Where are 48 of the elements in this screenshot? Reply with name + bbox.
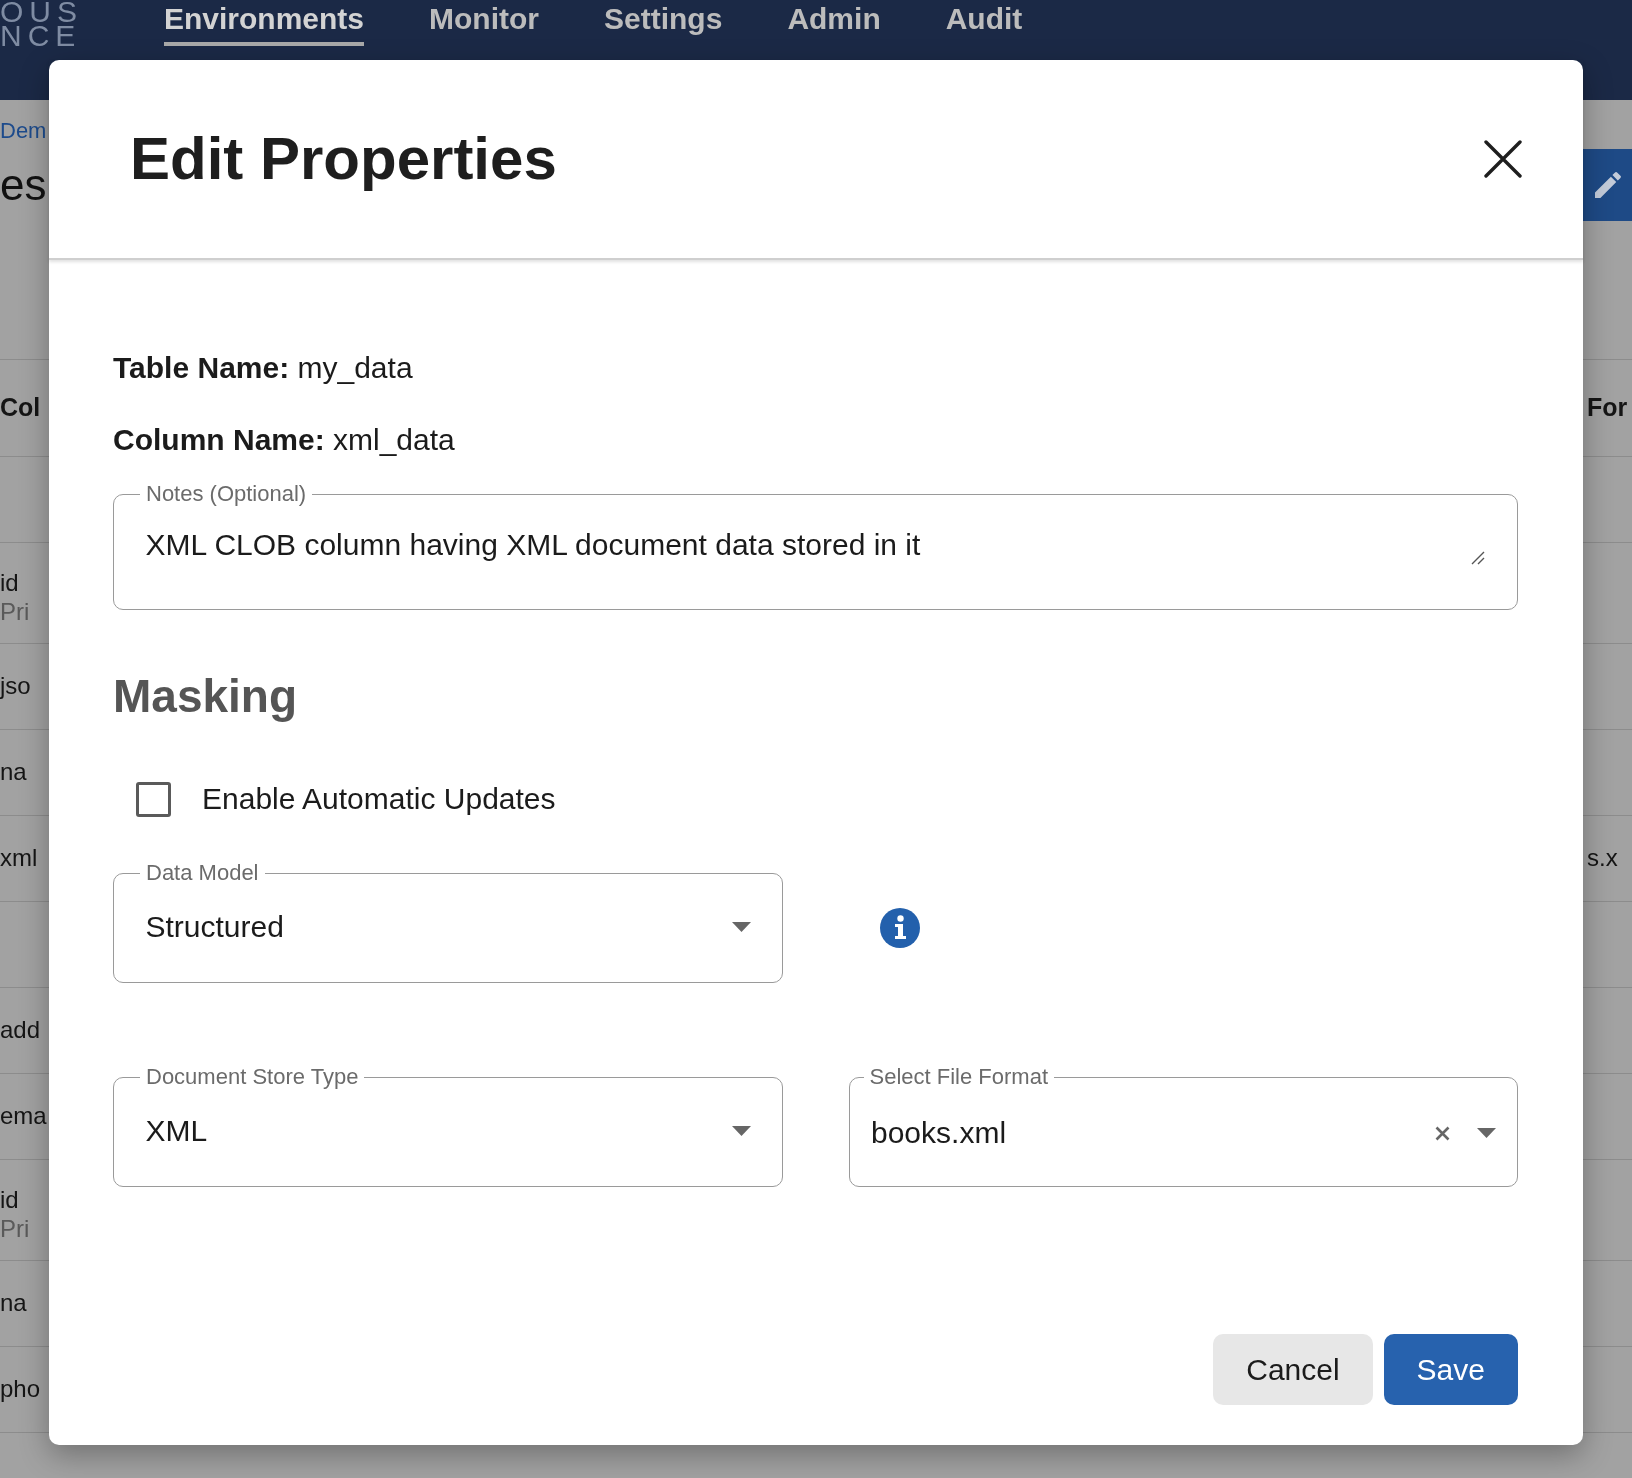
cell-text: na <box>0 758 27 785</box>
cell-text: id <box>0 1186 19 1213</box>
cell-text: xml <box>0 844 38 871</box>
clear-icon[interactable] <box>1434 1125 1450 1141</box>
cell-text: id <box>0 569 19 596</box>
detail-text: Table Name: my_data <box>113 350 413 386</box>
checkbox[interactable] <box>136 781 171 817</box>
field-label: Select File Format <box>868 1066 1049 1088</box>
nav-tab[interactable]: Settings <box>604 1 723 46</box>
cell-text: na <box>0 1289 27 1316</box>
page-title: es <box>0 159 47 211</box>
select-field[interactable]: Document Store Type XML <box>113 1066 783 1187</box>
dialog-title: Edit Properties <box>130 124 557 194</box>
combobox-field[interactable]: Select File Format books.xml <box>848 1066 1518 1187</box>
notes-field[interactable]: Notes (Optional) XML CLOB column having XML document data stored in it <box>113 483 1518 610</box>
cancel-button[interactable]: Cancel <box>1213 1334 1373 1405</box>
cell-text: add <box>0 1016 41 1043</box>
column-header: Col <box>0 393 41 421</box>
nav-tab[interactable]: Audit <box>945 1 1023 46</box>
nav-tab[interactable]: Admin <box>787 1 881 46</box>
logo-text: OUS <box>0 0 83 24</box>
field-label: Data Model <box>145 862 260 884</box>
caret-icon <box>731 1126 751 1136</box>
close-icon <box>1484 140 1522 178</box>
field-label: Document Store Type <box>145 1066 360 1088</box>
nav-tab[interactable]: Environments <box>164 1 365 46</box>
cell-text: s.x <box>1587 844 1618 871</box>
edit-button[interactable] <box>1583 149 1632 221</box>
select-field[interactable]: Data Model Structured <box>113 862 783 983</box>
caret-icon <box>732 922 751 932</box>
nav-tab[interactable]: Monitor <box>429 1 539 46</box>
cell-text: jso <box>0 672 31 699</box>
pencil-icon <box>1594 172 1621 198</box>
field-label: Notes (Optional) <box>145 483 308 505</box>
cell-text: ema <box>0 1102 47 1129</box>
close-button[interactable] <box>1484 140 1522 178</box>
resize-handle-icon[interactable] <box>1471 551 1485 565</box>
checkbox-label: Enable Automatic Updates <box>202 781 556 817</box>
info-icon[interactable] <box>880 907 920 948</box>
cell-text: pho <box>0 1375 41 1402</box>
logo-text: NCE <box>0 24 82 48</box>
cell-subtext: Pri <box>0 598 30 625</box>
column-header: For <box>1587 393 1628 421</box>
detail-text: Column Name: xml_data <box>113 422 455 458</box>
save-button[interactable]: Save <box>1383 1334 1518 1405</box>
caret-icon <box>1476 1128 1496 1138</box>
section-title: Masking <box>113 669 298 724</box>
cell-subtext: Pri <box>0 1215 30 1242</box>
